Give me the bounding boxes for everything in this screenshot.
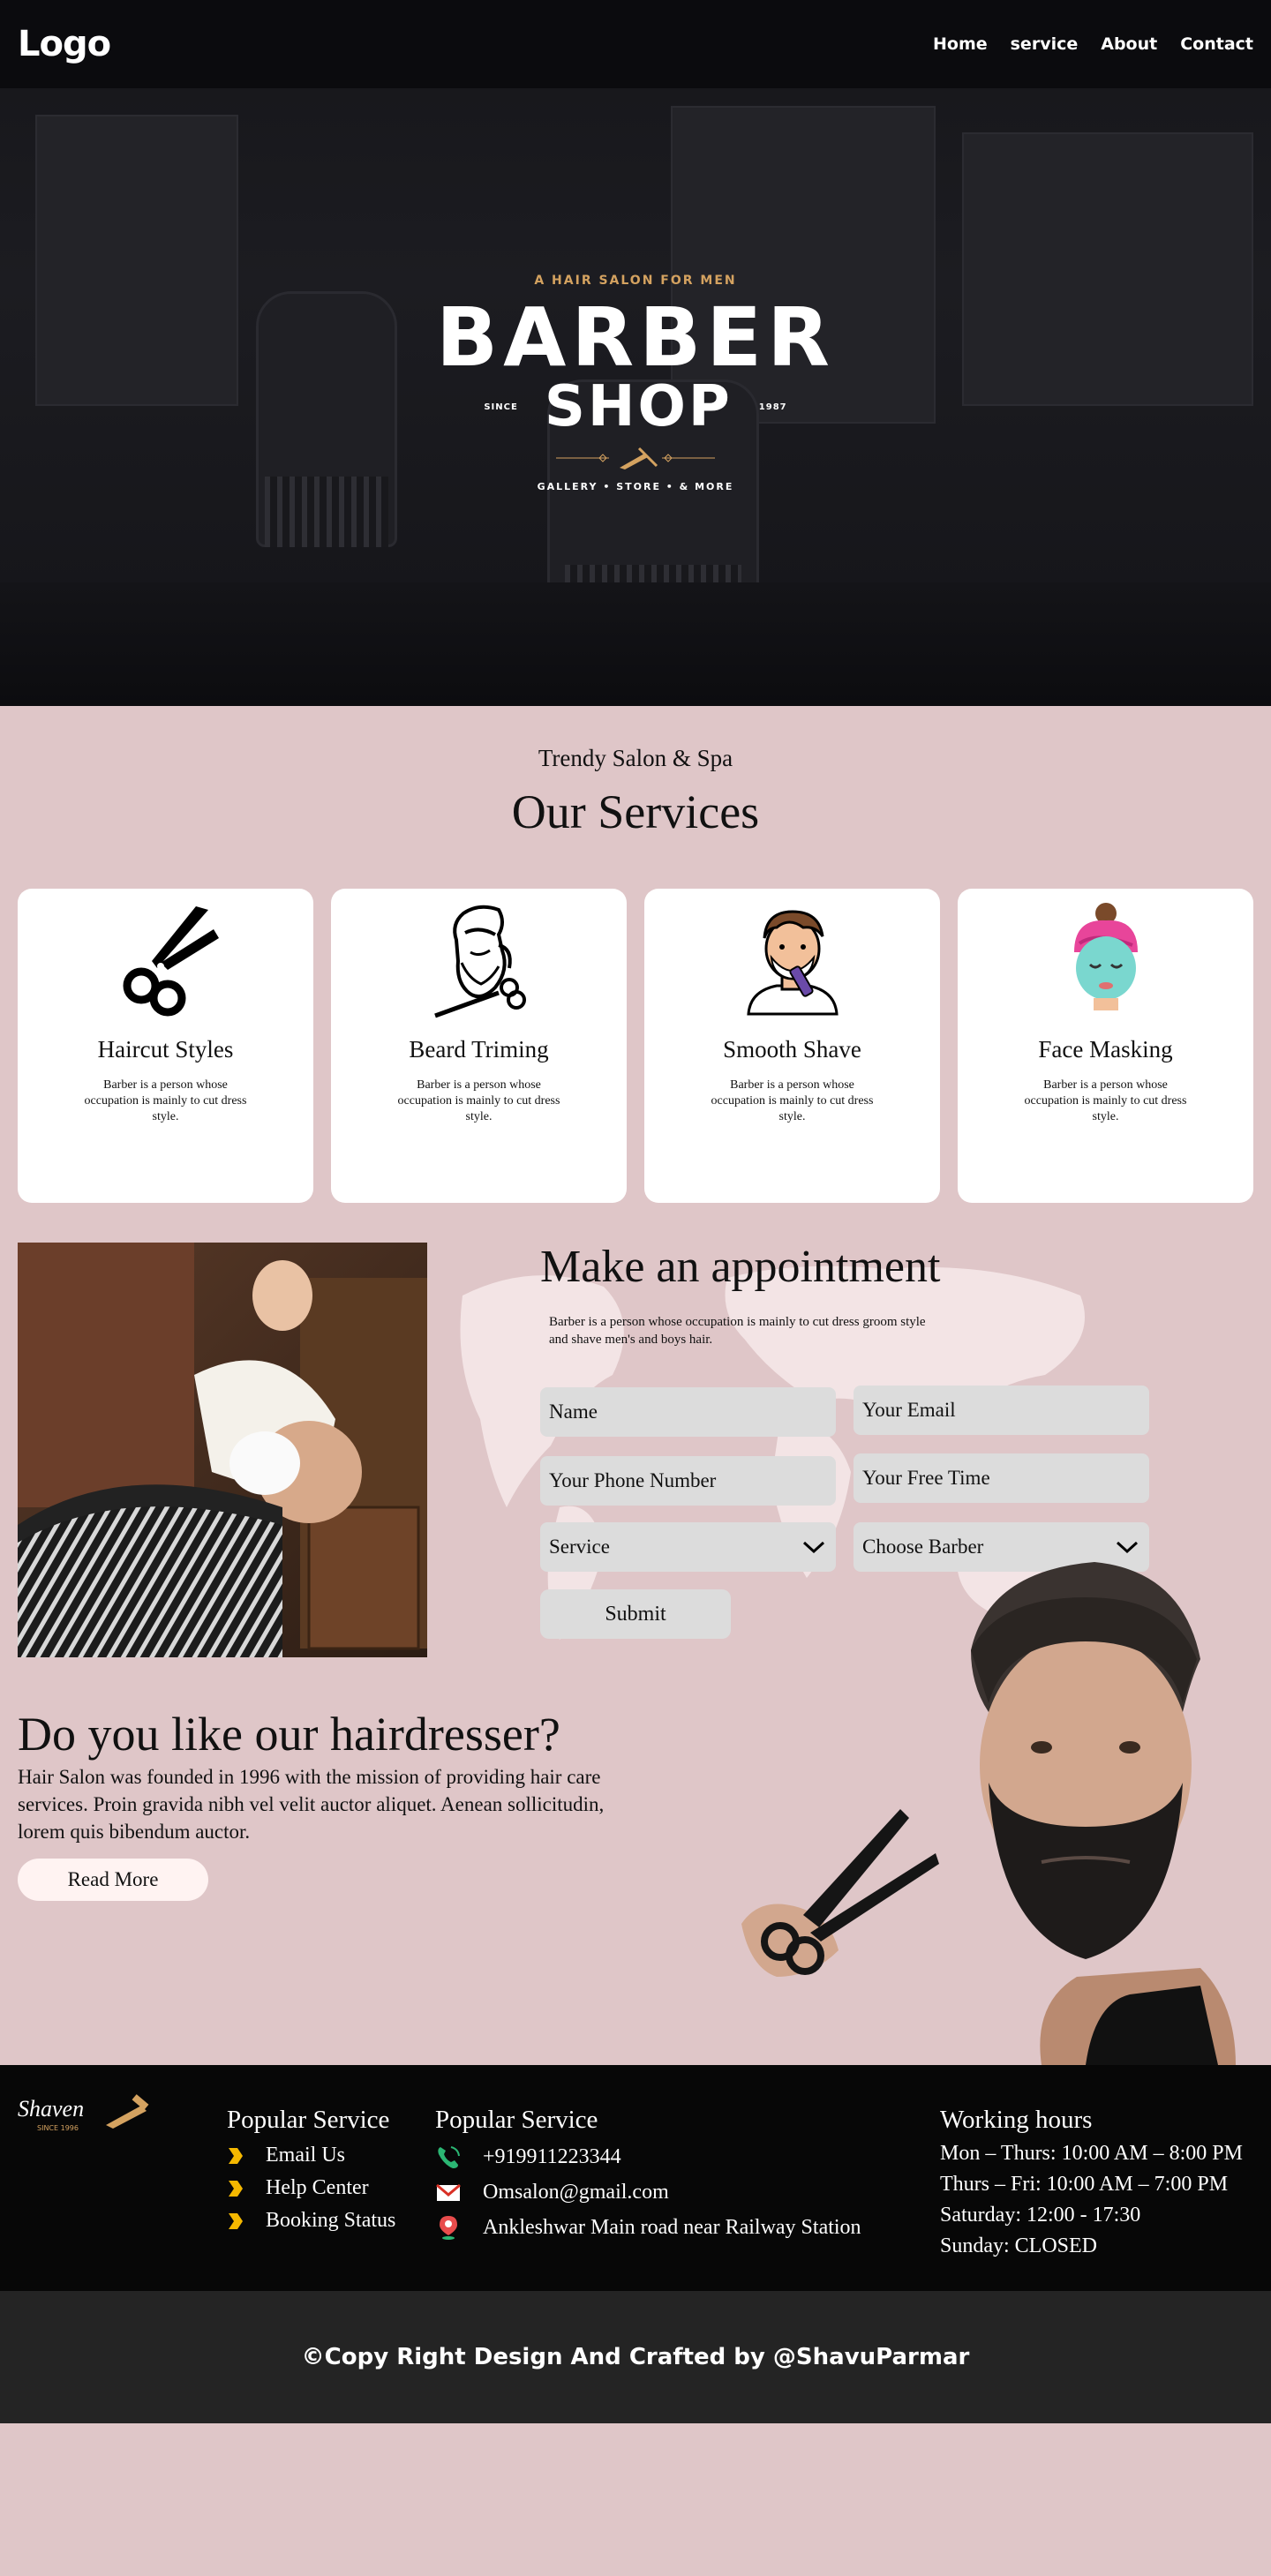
footer-address[interactable]: Ankleshwar Main road near Railway Statio… — [435, 2214, 861, 2241]
footer-logo-since: SINCE 1996 — [37, 2124, 79, 2132]
footer-popular-service: Popular Service Email Us Help Center Boo… — [227, 2106, 395, 2233]
site-logo[interactable]: Logo — [18, 24, 111, 64]
copyright-text: ©Copy Right Design And Crafted by @Shavu… — [301, 2344, 970, 2370]
hours-saturday: Saturday: 12:00 - 17:30 — [940, 2204, 1141, 2227]
free-time-placeholder: Your Free Time — [862, 1467, 990, 1489]
footer-email[interactable]: Omsalon@gmail.com — [435, 2179, 861, 2205]
service-title: Haircut Styles — [97, 1036, 234, 1063]
hours-thurs-fri: Thurs – Fri: 10:00 AM – 7:00 PM — [940, 2173, 1229, 2196]
hairdresser-title: Do you like our hairdresser? — [18, 1708, 560, 1761]
chevron-down-icon — [802, 1541, 825, 1554]
since-label: SINCE — [484, 402, 518, 412]
name-placeholder: Name — [549, 1401, 598, 1423]
hero-title-shop: SHOP — [544, 374, 733, 439]
main-nav: Home service About Contact — [933, 34, 1253, 54]
footer-link-label: Email Us — [266, 2144, 345, 2167]
working-hours-title: Working hours — [940, 2106, 1093, 2134]
bearded-man-with-scissors-image — [741, 1562, 1236, 2065]
service-description: Barber is a person whose occupation is m… — [84, 1078, 247, 1123]
mail-icon — [436, 2183, 461, 2201]
phone-input[interactable]: Your Phone Number — [540, 1456, 836, 1506]
service-card-face-mask[interactable]: Face Masking Barber is a person whose oc… — [958, 889, 1253, 1203]
footer-link-help-center[interactable]: Help Center — [227, 2176, 395, 2200]
scissors-icon — [123, 906, 219, 1017]
nav-contact[interactable]: Contact — [1180, 34, 1253, 54]
footer-link-label: Help Center — [266, 2176, 369, 2199]
service-title: Smooth Shave — [723, 1036, 861, 1063]
footer: Shaven SINCE 1996 Popular Service Email … — [0, 2065, 1271, 2291]
hero-tagline: A HAIR SALON FOR MEN — [534, 274, 737, 288]
footer-logo-text: Shaven — [18, 2096, 84, 2122]
name-input[interactable]: Name — [540, 1387, 836, 1437]
footer-phone[interactable]: +919911223344 — [435, 2144, 861, 2170]
nav-about[interactable]: About — [1101, 34, 1157, 54]
shaven-logo[interactable]: Shaven SINCE 1996 — [18, 2090, 159, 2143]
hero-banner: A HAIR SALON FOR MEN BARBER SINCE SHOP 1… — [0, 0, 1271, 706]
footer-link-email-us[interactable]: Email Us — [227, 2144, 395, 2167]
footer-email-text: Omsalon@gmail.com — [483, 2180, 669, 2204]
service-description: Barber is a person whose occupation is m… — [397, 1078, 560, 1123]
barber-shop-emblem: A HAIR SALON FOR MEN BARBER SINCE SHOP 1… — [0, 274, 1271, 492]
chevron-right-icon — [229, 2212, 243, 2229]
footer-phone-text: +919911223344 — [483, 2144, 621, 2168]
service-title: Face Masking — [1038, 1036, 1173, 1063]
appointment-title: Make an appointment — [540, 1242, 941, 1292]
face-mask-woman-icon — [1073, 903, 1138, 1010]
phone-placeholder: Your Phone Number — [549, 1469, 717, 1491]
nav-home[interactable]: Home — [933, 34, 988, 54]
top-navbar: Logo Home service About Contact — [0, 0, 1271, 88]
service-select-value: Service — [549, 1536, 610, 1558]
footer-col1-title: Popular Service — [227, 2106, 390, 2134]
service-card-shave[interactable]: Smooth Shave Barber is a person whose oc… — [644, 889, 940, 1203]
hero-subtext: GALLERY • STORE • & MORE — [537, 481, 734, 492]
floor — [0, 582, 1271, 706]
free-time-input[interactable]: Your Free Time — [854, 1453, 1149, 1503]
service-description: Barber is a person whose occupation is m… — [711, 1078, 874, 1123]
footer-contact: Popular Service +919911223344 Omsalon@gm… — [435, 2106, 861, 2241]
phone-icon — [438, 2146, 460, 2168]
services-section: Trendy Salon & Spa Our Services Haircut … — [0, 706, 1271, 1657]
nav-service[interactable]: service — [1011, 34, 1079, 54]
since-year: 1987 — [758, 402, 787, 412]
footer-address-text: Ankleshwar Main road near Railway Statio… — [483, 2215, 861, 2239]
chevron-right-icon — [229, 2147, 243, 2164]
services-title: Our Services — [511, 785, 760, 838]
hairdresser-section: Do you like our hairdresser? Hair Salon … — [0, 1562, 1271, 2065]
hours-sunday: Sunday: CLOSED — [940, 2234, 1098, 2257]
chevron-right-icon — [229, 2180, 243, 2197]
hours-mon-thurs: Mon – Thurs: 10:00 AM – 8:00 PM — [940, 2142, 1243, 2165]
footer-link-booking-status[interactable]: Booking Status — [227, 2209, 395, 2233]
read-more-button[interactable]: Read More — [18, 1859, 208, 1901]
hairdresser-text: Hair Salon was founded in 1996 with the … — [18, 1766, 605, 1843]
email-placeholder: Your Email — [862, 1399, 956, 1421]
beard-trim-icon — [433, 905, 526, 1018]
email-input[interactable]: Your Email — [854, 1386, 1149, 1435]
footer-working-hours: Working hours Mon – Thurs: 10:00 AM – 8:… — [940, 2106, 1243, 2258]
shaving-man-icon — [746, 910, 839, 1016]
service-card-beard[interactable]: Beard Triming Barber is a person whose o… — [331, 889, 627, 1203]
razor-icon — [556, 447, 715, 469]
service-cards: Haircut Styles Barber is a person whose … — [18, 889, 1253, 1203]
location-pin-icon — [440, 2216, 457, 2240]
service-title: Beard Triming — [409, 1036, 549, 1063]
service-card-haircut[interactable]: Haircut Styles Barber is a person whose … — [18, 889, 313, 1203]
footer-link-label: Booking Status — [266, 2209, 396, 2232]
barber-select-value: Choose Barber — [862, 1536, 984, 1558]
chevron-down-icon — [1116, 1541, 1139, 1554]
footer-col2-title: Popular Service — [435, 2106, 598, 2134]
services-eyebrow: Trendy Salon & Spa — [538, 745, 733, 771]
service-description: Barber is a person whose occupation is m… — [1024, 1078, 1187, 1123]
copyright-bar: ©Copy Right Design And Crafted by @Shavu… — [0, 2291, 1271, 2423]
appointment-description: Barber is a person whose occupation is m… — [549, 1315, 926, 1347]
hero-title-barber: BARBER — [436, 290, 835, 385]
